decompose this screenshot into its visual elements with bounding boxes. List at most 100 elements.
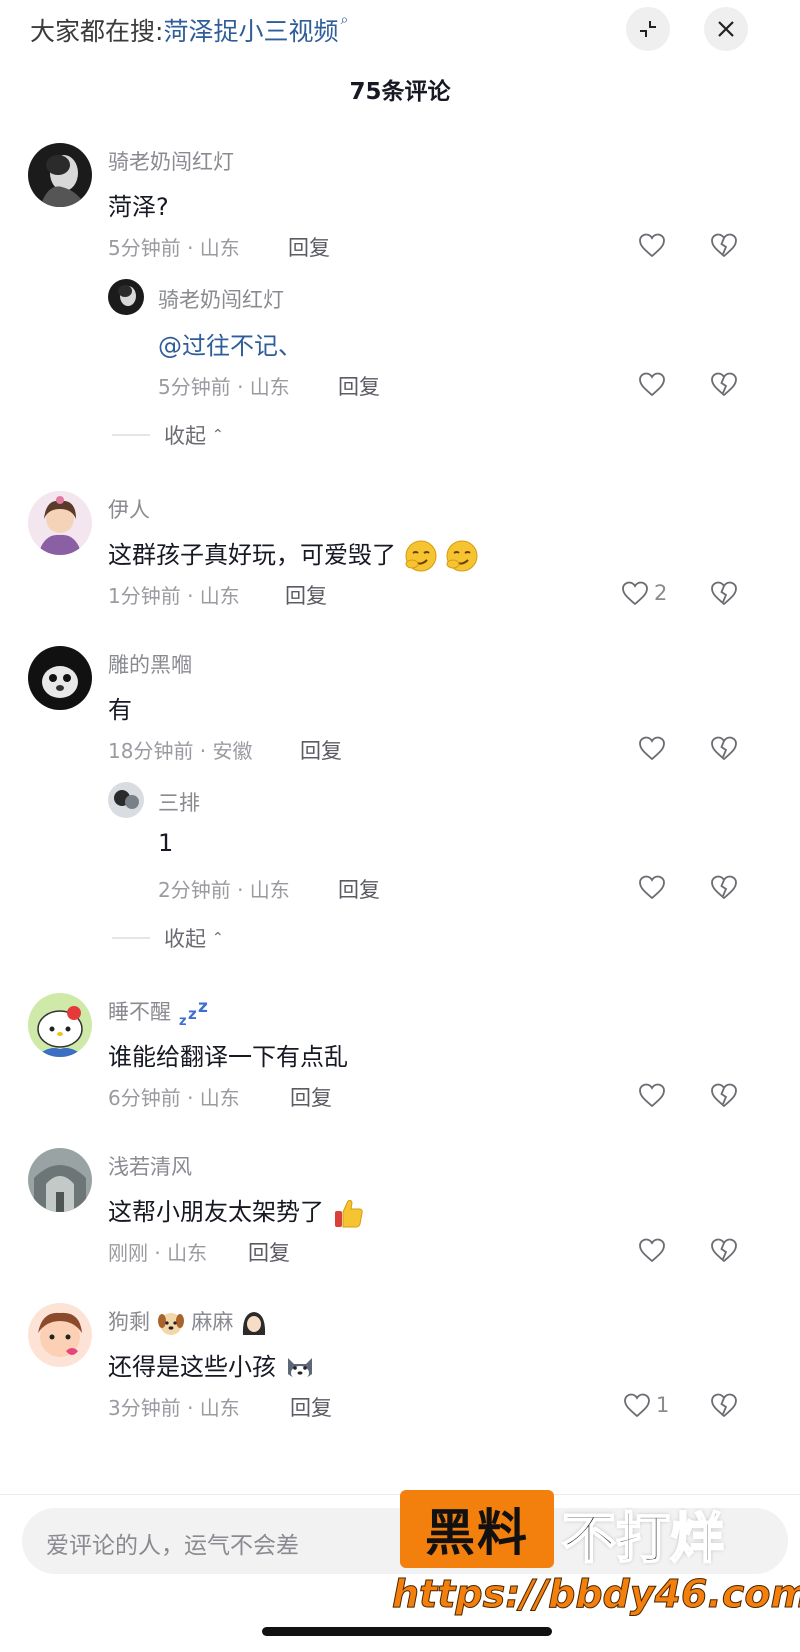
username[interactable]: 伊人 [108, 494, 150, 524]
like-button[interactable] [637, 230, 667, 260]
reply-button[interactable]: 回复 [338, 874, 380, 904]
home-indicator[interactable] [262, 1627, 552, 1636]
avatar[interactable] [28, 143, 92, 207]
reply-button[interactable]: 回复 [285, 580, 327, 610]
avatar[interactable] [28, 1303, 92, 1367]
broken-heart-icon [711, 233, 737, 258]
comment-text: 还得是这些小孩 [108, 1347, 316, 1384]
reply-avatar[interactable] [108, 782, 144, 818]
woman-emoji-icon [242, 1312, 266, 1335]
avatar[interactable] [28, 646, 92, 710]
chevron-up-icon: ⌃ [212, 930, 224, 946]
watermark-logo: 黑料 [400, 1490, 554, 1568]
search-suggestion[interactable]: 大家都在搜:菏泽捉小三视频 ⌕ [30, 12, 348, 48]
reply-text: 1 [158, 829, 174, 857]
username[interactable]: 雕的黑嗰 [108, 649, 192, 679]
comment-meta: 5分钟前 · 山东 [108, 236, 240, 260]
close-button[interactable] [704, 7, 748, 51]
smirk-emoji-icon [446, 540, 478, 572]
reply-meta: 2分钟前 · 山东 [158, 878, 290, 902]
comment-text: 有 [108, 696, 132, 724]
heart-icon [624, 1393, 650, 1418]
username-part1: 狗剩 [108, 1310, 150, 1334]
reply-text[interactable]: @过往不记、 [158, 326, 302, 361]
broken-heart-icon [711, 581, 737, 606]
dislike-button[interactable] [709, 1235, 739, 1265]
chevron-up-icon: ⌃ [212, 427, 224, 443]
username[interactable]: 狗剩 麻麻 [108, 1306, 268, 1337]
search-term-link[interactable]: 菏泽捉小三视频 [163, 17, 338, 46]
comment-text: 这帮小朋友太架势了 [108, 1192, 366, 1230]
dislike-button[interactable] [709, 1390, 739, 1420]
collapse-label: 收起 [164, 927, 206, 951]
reply-username[interactable]: 骑老奶闯红灯 [158, 284, 284, 314]
username-part2: 麻麻 [191, 1310, 234, 1334]
dislike-button[interactable] [709, 1080, 739, 1110]
like-button[interactable]: 2 [620, 578, 667, 608]
top-bar: 大家都在搜:菏泽捉小三视频 ⌕ [0, 0, 800, 60]
heart-icon [639, 736, 665, 761]
comment-text-content: 还得是这些小孩 [108, 1353, 276, 1381]
collapse-label: 收起 [164, 424, 206, 448]
avatar[interactable] [28, 1148, 92, 1212]
comment-count: 75条评论 [349, 79, 451, 105]
reply-button[interactable]: 回复 [288, 232, 330, 262]
comment-text: 谁能给翻译一下有点乱 [108, 1043, 348, 1071]
like-button[interactable]: 1 [622, 1390, 669, 1420]
like-button[interactable] [637, 872, 667, 902]
dislike-button[interactable] [709, 872, 739, 902]
dislike-button[interactable] [709, 230, 739, 260]
broken-heart-icon [711, 372, 737, 397]
thumbs-up-emoji-icon [334, 1199, 363, 1228]
search-icon: ⌕ [340, 12, 349, 28]
reply-username[interactable]: 三排 [158, 787, 200, 817]
dislike-button[interactable] [709, 578, 739, 608]
like-button[interactable] [637, 1080, 667, 1110]
dislike-button[interactable] [709, 369, 739, 399]
username[interactable]: 骑老奶闯红灯 [108, 146, 234, 176]
svg-text:z: z [198, 999, 208, 1017]
broken-heart-icon [711, 736, 737, 761]
reply-button[interactable]: 回复 [338, 371, 380, 401]
smirk-emoji-icon [405, 540, 437, 572]
minimize-icon [640, 21, 656, 37]
like-button[interactable] [637, 1235, 667, 1265]
comment-meta: 18分钟前 · 安徽 [108, 739, 253, 763]
comment-meta: 1分钟前 · 山东 [108, 584, 240, 608]
heart-icon [622, 581, 648, 606]
husky-emoji-icon [287, 1358, 312, 1380]
watermark-text: 不打烊 [561, 1506, 725, 1571]
username[interactable]: 睡不醒 zzz [108, 996, 210, 1027]
like-count: 2 [654, 581, 668, 605]
reply-button[interactable]: 回复 [248, 1237, 290, 1267]
close-icon [718, 21, 734, 37]
broken-heart-icon [711, 875, 737, 900]
comment-input-placeholder: 爱评论的人，运气不会差 [46, 1533, 299, 1559]
like-button[interactable] [637, 369, 667, 399]
divider [112, 434, 150, 436]
reply-button[interactable]: 回复 [290, 1082, 332, 1112]
like-button[interactable] [637, 733, 667, 763]
dog-emoji-icon [157, 1313, 184, 1335]
dislike-button[interactable] [709, 733, 739, 763]
reply-button[interactable]: 回复 [300, 735, 342, 765]
collapse-replies-button[interactable]: 收起 ⌃ [112, 420, 224, 450]
watermark-box-text: 黑料 [425, 1504, 529, 1562]
comment-text-content: 这群孩子真好玩，可爱毁了 [108, 541, 396, 569]
search-prefix: 大家都在搜: [30, 17, 164, 46]
reply-avatar[interactable] [108, 279, 144, 315]
broken-heart-icon [711, 1238, 737, 1263]
collapse-replies-button[interactable]: 收起 ⌃ [112, 923, 224, 953]
minimize-button[interactable] [626, 7, 670, 51]
sleeping-zzz-icon: zzz [179, 999, 208, 1027]
broken-heart-icon [711, 1393, 737, 1418]
broken-heart-icon [711, 1083, 737, 1108]
heart-icon [639, 233, 665, 258]
reply-button[interactable]: 回复 [290, 1392, 332, 1422]
heart-icon [639, 875, 665, 900]
username[interactable]: 浅若清风 [108, 1151, 192, 1181]
heart-icon [639, 1238, 665, 1263]
avatar[interactable] [28, 491, 92, 555]
avatar[interactable] [28, 993, 92, 1057]
watermark-url: https://bbdy46.com [391, 1572, 800, 1617]
